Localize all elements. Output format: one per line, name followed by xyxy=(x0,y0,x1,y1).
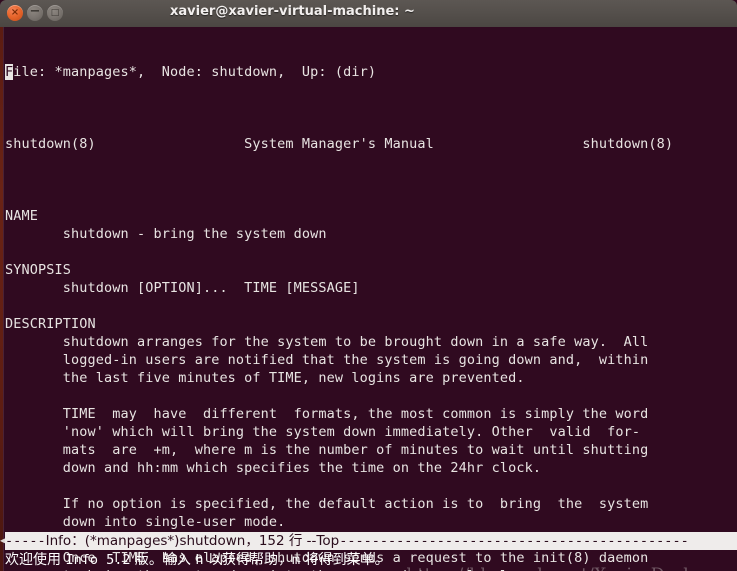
info-text-line xyxy=(5,117,737,135)
info-text-line: shutdown arranges for the system to be b… xyxy=(5,334,649,350)
info-text-line: mats are +m, where m is the number of mi… xyxy=(5,442,649,458)
echo-mono-help-key: h xyxy=(195,552,204,568)
info-header-line: File: *manpages*, Node: shutdown, Up: (d… xyxy=(5,63,737,81)
info-text-line: If no option is specified, the default a… xyxy=(5,496,649,512)
info-text-line: shutdown(8) System Manager's Manual shut… xyxy=(5,136,674,152)
info-text-line xyxy=(5,189,737,207)
terminal-window: × − □ xavier@xavier-virtual-machine: ~ F… xyxy=(0,0,737,571)
info-header-rest: ile: *manpages*, Node: shutdown, Up: (di… xyxy=(13,64,377,80)
info-body-lines: shutdown(8) System Manager's Manual shut… xyxy=(5,117,737,571)
info-modeline: -----Info：(*manpages*)shutdown，152 行 --T… xyxy=(5,532,737,550)
echo-part2: 版。输入 xyxy=(130,552,196,568)
info-text-line xyxy=(5,297,737,315)
window-titlebar[interactable]: × − □ xavier@xavier-virtual-machine: ~ xyxy=(0,0,737,27)
terminal-body[interactable]: File: *manpages*, Node: shutdown, Up: (d… xyxy=(0,27,737,571)
info-text-line: logged-in users are notified that the sy… xyxy=(5,352,649,368)
modeline-lead-dashes: ----- xyxy=(5,533,46,549)
info-text-line: shutdown [OPTION]... TIME [MESSAGE] xyxy=(5,280,360,296)
terminal-left-border-inner xyxy=(3,27,4,571)
info-text-line: TIME may have different formats, the mos… xyxy=(5,406,649,422)
window-title: xavier@xavier-virtual-machine: ~ xyxy=(170,4,415,19)
info-text-line: down and hh:mm which specifies the time … xyxy=(5,460,542,476)
echo-part3: 以获得帮助， xyxy=(203,552,292,568)
info-text-line: the last five minutes of TIME, new login… xyxy=(5,370,525,386)
echo-part1: 欢迎使用 xyxy=(5,552,66,568)
echo-mono-version: Info 5.2 xyxy=(65,552,131,568)
info-text-line: DESCRIPTION xyxy=(5,316,96,332)
info-echo-area: 欢迎使用 Info 5.2 版。输入 h 以获得帮助，m 将得到菜单。 xyxy=(5,550,737,571)
info-text-line: shutdown - bring the system down xyxy=(5,226,327,242)
echo-mono-menu-key: m xyxy=(291,552,301,568)
modeline-label: Info：(*manpages*)shutdown，152 行 --Top xyxy=(45,533,340,549)
text-cursor: F xyxy=(5,64,14,80)
modeline-trail-dashes: ----------------------------------------… xyxy=(339,533,689,549)
info-text-line: 'now' which will bring the system down i… xyxy=(5,424,641,440)
echo-part4: 将得到菜单。 xyxy=(300,552,389,568)
info-text-line: SYNOPSIS xyxy=(5,262,71,278)
info-text-line xyxy=(5,153,737,171)
info-reader-text: File: *manpages*, Node: shutdown, Up: (d… xyxy=(5,27,737,571)
info-text-line xyxy=(5,171,737,189)
info-text-line xyxy=(5,243,737,261)
info-text-line xyxy=(5,387,737,405)
info-text-line: NAME xyxy=(5,208,38,224)
info-text-line: down into single-user mode. xyxy=(5,514,286,530)
info-text-line xyxy=(5,477,737,495)
